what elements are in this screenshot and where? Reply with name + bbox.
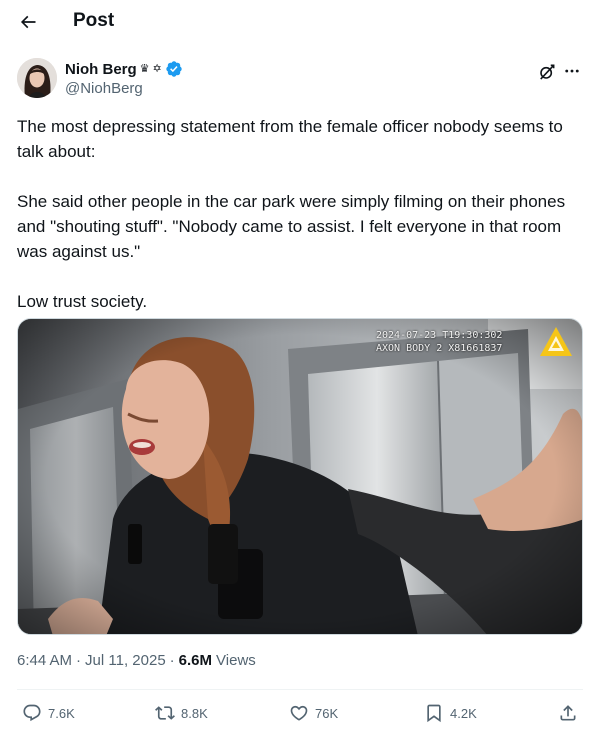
bodycam-timestamp-line1: 2024-07-23 T19:30:302 (376, 330, 503, 341)
display-name[interactable]: Nioh Berg (65, 61, 137, 78)
meta-separator: · (169, 652, 175, 669)
verified-badge-icon (166, 61, 182, 77)
avatar[interactable] (17, 58, 57, 98)
divider (17, 689, 583, 690)
post-meta: 6:44 AM · Jul 11, 2025 · 6.6M Views (17, 652, 256, 669)
repost-button[interactable]: 8.8K (155, 703, 208, 723)
page-title: Post (73, 10, 115, 31)
like-button[interactable]: 76K (289, 703, 338, 723)
bookmark-count: 4.2K (450, 705, 477, 721)
bookmark-icon (427, 704, 441, 723)
bodycam-timestamp-line2: AXON BODY 2 X81661837 (376, 343, 503, 354)
more-options-button[interactable] (561, 60, 583, 82)
views-count: 6.6M (178, 652, 213, 669)
post-date[interactable]: Jul 11, 2025 (85, 652, 166, 669)
star-emoji: ✡ (152, 62, 162, 75)
views-label: Views (216, 652, 256, 669)
author-handle[interactable]: @NiohBerg (65, 80, 143, 97)
back-button[interactable] (14, 8, 42, 36)
like-count: 76K (315, 705, 339, 721)
crown-emoji: ♛ (139, 62, 150, 75)
bookmark-button[interactable]: 4.2K (424, 703, 477, 723)
arrow-left-icon (20, 15, 36, 29)
more-horizontal-icon (565, 69, 579, 73)
name-line: Nioh Berg ♛ ✡ (65, 60, 183, 78)
post-paragraph: The most depressing statement from the f… (17, 117, 568, 161)
post-media-image[interactable]: 2024-07-23 T19:30:302 AXON BODY 2 X81661… (17, 318, 583, 635)
post-paragraph: She said other people in the car park we… (17, 192, 570, 261)
bodycam-timestamp: 2024-07-23 T19:30:302 AXON BODY 2 X81661… (376, 329, 502, 355)
reply-icon (23, 704, 41, 722)
axon-logo-icon (540, 327, 572, 356)
repost-icon (155, 706, 175, 720)
grok-button[interactable] (537, 62, 557, 82)
grok-icon (540, 64, 555, 80)
share-icon (560, 705, 576, 721)
avatar-image (17, 58, 57, 98)
top-bar: Post (0, 0, 600, 44)
post-author: Nioh Berg ♛ ✡ @NiohBerg (17, 58, 583, 100)
meta-separator: · (76, 652, 82, 669)
reply-count: 7.6K (48, 705, 75, 721)
action-bar: 7.6K 8.8K 76K 4.2K (17, 703, 583, 729)
post-paragraph: Low trust society. (17, 292, 148, 311)
post-text: The most depressing statement from the f… (17, 114, 587, 314)
heart-icon (290, 705, 308, 721)
post-time[interactable]: 6:44 AM (17, 652, 72, 669)
repost-count: 8.8K (181, 705, 208, 721)
share-button[interactable] (558, 703, 578, 723)
reply-button[interactable]: 7.6K (22, 703, 75, 723)
bodycam-photo (18, 319, 582, 634)
